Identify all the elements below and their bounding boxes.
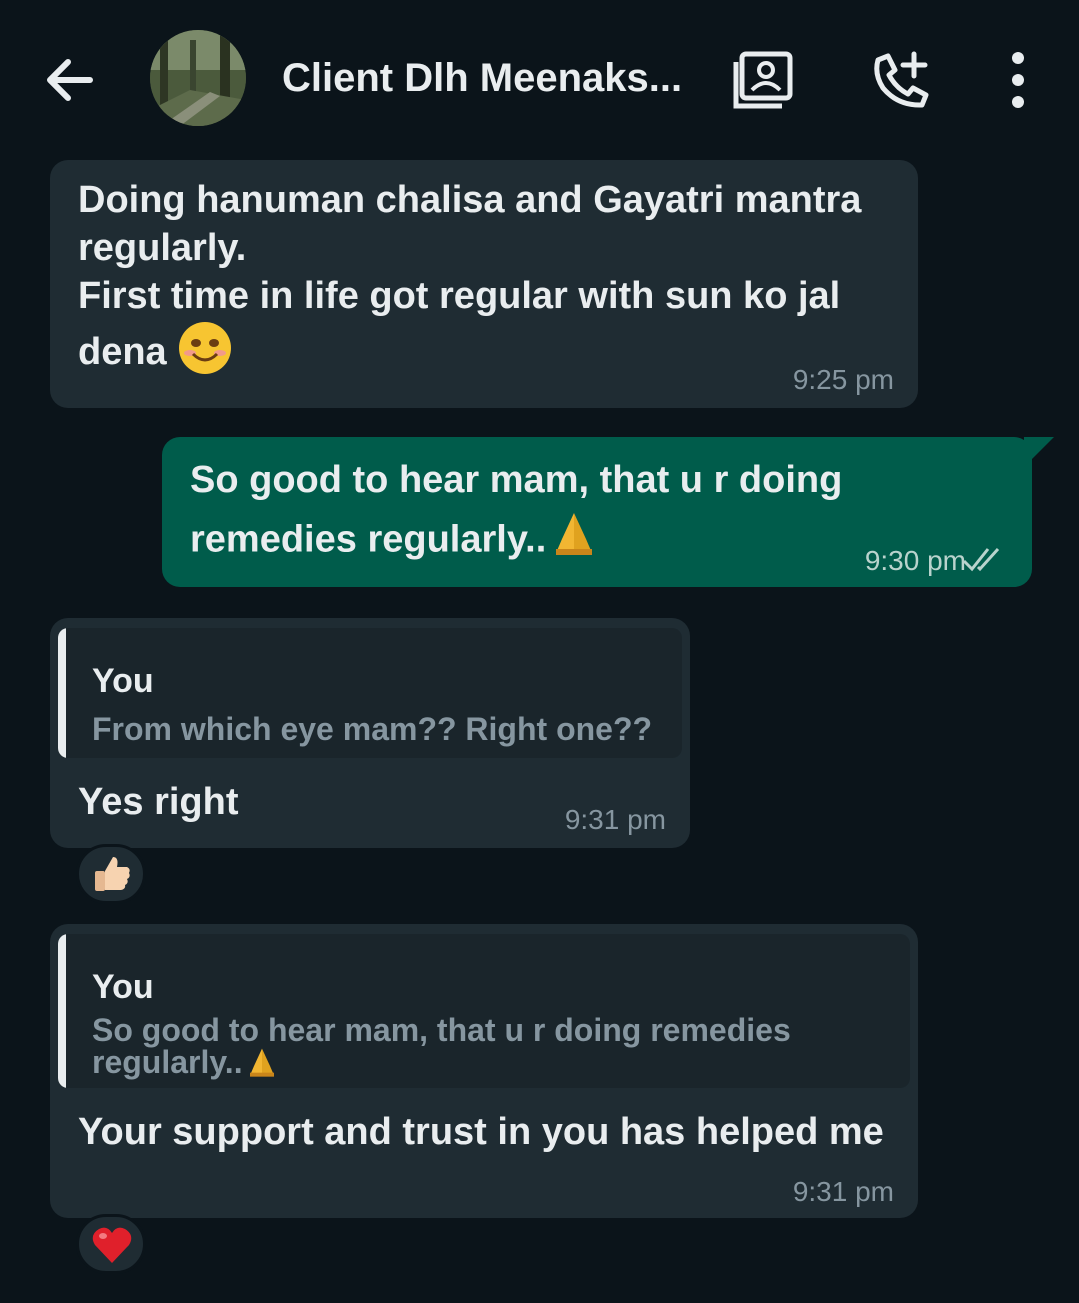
folded-hands-emoji — [247, 1046, 277, 1083]
arrow-left-icon — [47, 59, 93, 101]
message-bubble-incoming[interactable]: You From which eye mam?? Right one?? Yes… — [50, 618, 690, 848]
more-vert-icon — [1012, 52, 1024, 108]
message-time: 9:30 pm — [864, 545, 966, 576]
message-text: Yes right — [78, 781, 239, 823]
message-time: 9:25 pm — [792, 364, 894, 395]
quoted-message[interactable]: You So good to hear mam, that u r doing … — [58, 934, 910, 1088]
bubble-tail — [1024, 437, 1054, 467]
message-time: 9:31 pm — [564, 804, 666, 835]
chat-header: Client Dlh Meenaks... — [0, 0, 1079, 150]
contact-card-button[interactable] — [732, 48, 796, 112]
avatar-photo — [150, 30, 246, 126]
smiling-face-emoji — [177, 320, 233, 388]
add-call-icon — [874, 51, 929, 108]
contact-avatar[interactable] — [150, 30, 246, 126]
message-text: Doing hanuman chalisa and Gayatri mantra… — [78, 176, 878, 388]
contact-card-icon — [733, 51, 793, 109]
message-reaction[interactable] — [76, 844, 146, 904]
call-button[interactable] — [868, 48, 932, 112]
message-bubble-incoming[interactable]: Doing hanuman chalisa and Gayatri mantra… — [50, 160, 918, 408]
quote-text: So good to hear mam, that u r doing reme… — [92, 1014, 890, 1083]
message-bubble-outgoing[interactable]: So good to hear mam, that u r doing reme… — [162, 437, 1054, 587]
read-ticks-icon — [962, 547, 1000, 572]
quote-accent-bar — [58, 628, 66, 758]
message-bubble-incoming[interactable]: You So good to hear mam, that u r doing … — [50, 924, 918, 1218]
quote-accent-bar — [58, 934, 66, 1088]
message-time: 9:31 pm — [792, 1176, 894, 1207]
message-text: Your support and trust in you has helped… — [78, 1111, 884, 1153]
thumbs-up-emoji — [95, 857, 130, 891]
message-reaction[interactable] — [76, 1214, 146, 1274]
quoted-message[interactable]: You From which eye mam?? Right one?? — [58, 628, 682, 758]
back-button[interactable] — [40, 50, 100, 110]
quote-author: You — [92, 662, 154, 700]
red-heart-emoji — [92, 1227, 132, 1263]
quote-text: From which eye mam?? Right one?? — [92, 711, 653, 747]
contact-name[interactable]: Client Dlh Meenaks... — [282, 52, 702, 104]
more-menu-button[interactable] — [986, 48, 1050, 112]
folded-hands-emoji — [552, 509, 596, 574]
message-text: So good to hear mam, that u r doing reme… — [190, 451, 890, 574]
quote-author: You — [92, 968, 154, 1006]
